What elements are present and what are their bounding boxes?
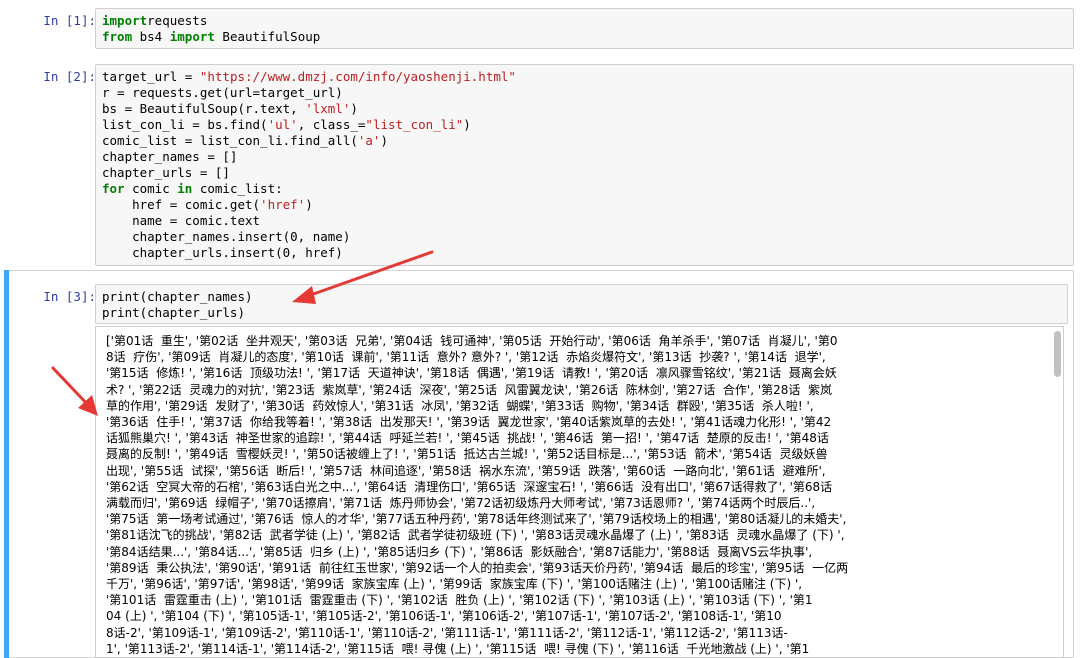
code-line: chapter_names = [] bbox=[102, 149, 1067, 165]
output-line: 8话-2', '第109话-1', '第109话-2', '第110话-1', … bbox=[106, 625, 788, 640]
output-line: '第36话 住手! ', '第37话 你给我等着! ', '第38话 出发那天!… bbox=[106, 415, 832, 430]
output-line: 04 (上) ', '第104 (下) ', '第105话-1', '第105话… bbox=[106, 609, 782, 624]
code-line: importrequests bbox=[102, 13, 1067, 29]
cell-1-input[interactable]: importrequests from bs4 import BeautifulS… bbox=[95, 8, 1074, 49]
output-line: '第89话 秉公执法', '第90话', '第91话 前往红玉世家', '第92… bbox=[106, 560, 849, 575]
code-line: print(chapter_urls) bbox=[102, 305, 1061, 321]
code-token: comic bbox=[124, 181, 178, 196]
output-line: '第101话 雷霆重击 (上) ', '第101话 雷霆重击 (下) ', '第… bbox=[106, 593, 813, 608]
code-token: chapter_urls.insert(0, href) bbox=[102, 245, 343, 260]
code-token: href = comic.get( bbox=[102, 197, 261, 212]
code-token: from bbox=[102, 29, 133, 44]
code-token: bs4 bbox=[132, 29, 170, 44]
code-line: for comic in comic_list: bbox=[102, 181, 1067, 197]
code-token: comic_list: bbox=[192, 181, 283, 196]
selected-cell-indicator bbox=[4, 270, 9, 658]
output-line: 1', '第113话-2', '第114话-1', '第114话-2', '第1… bbox=[106, 641, 810, 656]
code-token: comic_list = list_con_li.find_all( bbox=[102, 133, 358, 148]
output-line: 8话 疗伤', '第09话 肖凝儿的态度', '第10话 课前', '第11话 … bbox=[106, 350, 826, 365]
cell-1-prompt: In [1]: bbox=[43, 13, 96, 28]
output-line: '第75话 第一场考试通过', '第76话 惊人的才华', '第77话五种丹药'… bbox=[106, 512, 847, 527]
code-token: r = requests.get(url=target_url) bbox=[102, 85, 343, 100]
code-line: comic_list = list_con_li.find_all('a') bbox=[102, 133, 1067, 149]
code-line: chapter_urls.insert(0, href) bbox=[102, 245, 1067, 261]
code-line: r = requests.get(url=target_url) bbox=[102, 85, 1067, 101]
output-text: ['第01话 重生', '第02话 坐井观天', '第03话 兄弟', '第04… bbox=[106, 333, 1041, 657]
code-token: print(chapter_urls) bbox=[102, 305, 245, 320]
code-line: print(chapter_names) bbox=[102, 289, 1061, 305]
code-token: chapter_names = [] bbox=[102, 149, 238, 164]
output-line: '第84话结果...', '第84话...', '第85话 归乡 (上) ', … bbox=[106, 544, 813, 559]
output-scrollbar[interactable] bbox=[1054, 331, 1061, 377]
output-line: 聂离的反制! ', '第49话 雪樱妖灵! ', '第50话被缠上了! ', '… bbox=[106, 447, 828, 462]
code-token: chapter_names.insert(0, name) bbox=[102, 229, 351, 244]
code-line: from bs4 import BeautifulSoup bbox=[102, 29, 1067, 45]
code-token: ) bbox=[380, 133, 388, 148]
code-token: target_url = bbox=[102, 69, 200, 84]
code-token: list_con_li = bs.find( bbox=[102, 117, 268, 132]
output-line: 满载而归', '第69话 绿帽子', '第70话擦肩', '第71话 炼丹师协会… bbox=[106, 496, 816, 511]
code-token: requests bbox=[147, 13, 208, 28]
code-token: 'a' bbox=[357, 133, 381, 148]
output-line: 草的作用', '第29话 发财了', '第30话 药效惊人', '第31话 冰凤… bbox=[106, 398, 814, 413]
code-token: 'lxml' bbox=[305, 101, 351, 116]
code-line: bs = BeautifulSoup(r.text, 'lxml') bbox=[102, 101, 1067, 117]
code-token: ) bbox=[305, 197, 313, 212]
output-line: 千万', '第96话', '第97话', '第98话', '第99话 家族宝库 … bbox=[106, 577, 803, 592]
code-line: list_con_li = bs.find('ul', class_="list… bbox=[102, 117, 1067, 133]
output-line: 话狐熊巢穴! ', '第43话 神圣世家的追踪! ', '第44话 呼延兰若! … bbox=[106, 431, 829, 446]
code-token: , class_= bbox=[297, 117, 366, 132]
cell-2-prompt: In [2]: bbox=[43, 69, 96, 84]
code-token: 'href' bbox=[260, 197, 306, 212]
cell-3-prompt: In [3]: bbox=[43, 289, 96, 304]
cell-3-output[interactable]: ['第01话 重生', '第02话 坐井观天', '第03话 兄弟', '第04… bbox=[95, 326, 1064, 658]
code-line: href = comic.get('href') bbox=[102, 197, 1067, 213]
code-token: for bbox=[102, 181, 125, 196]
code-token: 'ul' bbox=[267, 117, 298, 132]
code-token: print(chapter_names) bbox=[102, 289, 253, 304]
code-line: chapter_names.insert(0, name) bbox=[102, 229, 1067, 245]
code-token: "list_con_li" bbox=[365, 117, 464, 132]
cell-2-input[interactable]: target_url = "https://www.dmzj.com/info/… bbox=[95, 64, 1074, 266]
output-line: '第62话 空冥大帝的石棺', '第63话白光之中...', '第64话 清理伤… bbox=[106, 479, 833, 494]
code-token: bs = BeautifulSoup(r.text, bbox=[102, 101, 306, 116]
code-token: import bbox=[169, 29, 215, 44]
code-token: ) bbox=[350, 101, 358, 116]
code-token: ) bbox=[463, 117, 471, 132]
code-token: in bbox=[177, 181, 193, 196]
code-token: name = comic.text bbox=[102, 213, 261, 228]
cell-3-input[interactable]: print(chapter_names) print(chapter_urls) bbox=[95, 284, 1068, 324]
code-line: chapter_urls = [] bbox=[102, 165, 1067, 181]
code-line: name = comic.text bbox=[102, 213, 1067, 229]
code-token: BeautifulSoup bbox=[214, 29, 321, 44]
code-token: chapter_urls = [] bbox=[102, 165, 230, 180]
output-line: ['第01话 重生', '第02话 坐井观天', '第03话 兄弟', '第04… bbox=[106, 334, 838, 348]
code-token: "https://www.dmzj.com/info/yaoshenji.htm… bbox=[199, 69, 516, 84]
output-line: 出现', '第55话 试探', '第56话 断后! ', '第57话 林间追逐'… bbox=[106, 463, 826, 478]
output-line: '第81话沈飞的挑战', '第82话 武者学徒 (上) ', '第82话 武者学… bbox=[106, 528, 845, 543]
output-line: 术? ', '第22话 灵魂力的对抗', '第23话 紫岚草', '第24话 深… bbox=[106, 382, 833, 397]
code-line: target_url = "https://www.dmzj.com/info/… bbox=[102, 69, 1067, 85]
output-line: '第15话 修炼! ', '第16话 顶级功法! ', '第17话 天道神诀',… bbox=[106, 366, 837, 381]
code-token: import bbox=[102, 13, 148, 28]
